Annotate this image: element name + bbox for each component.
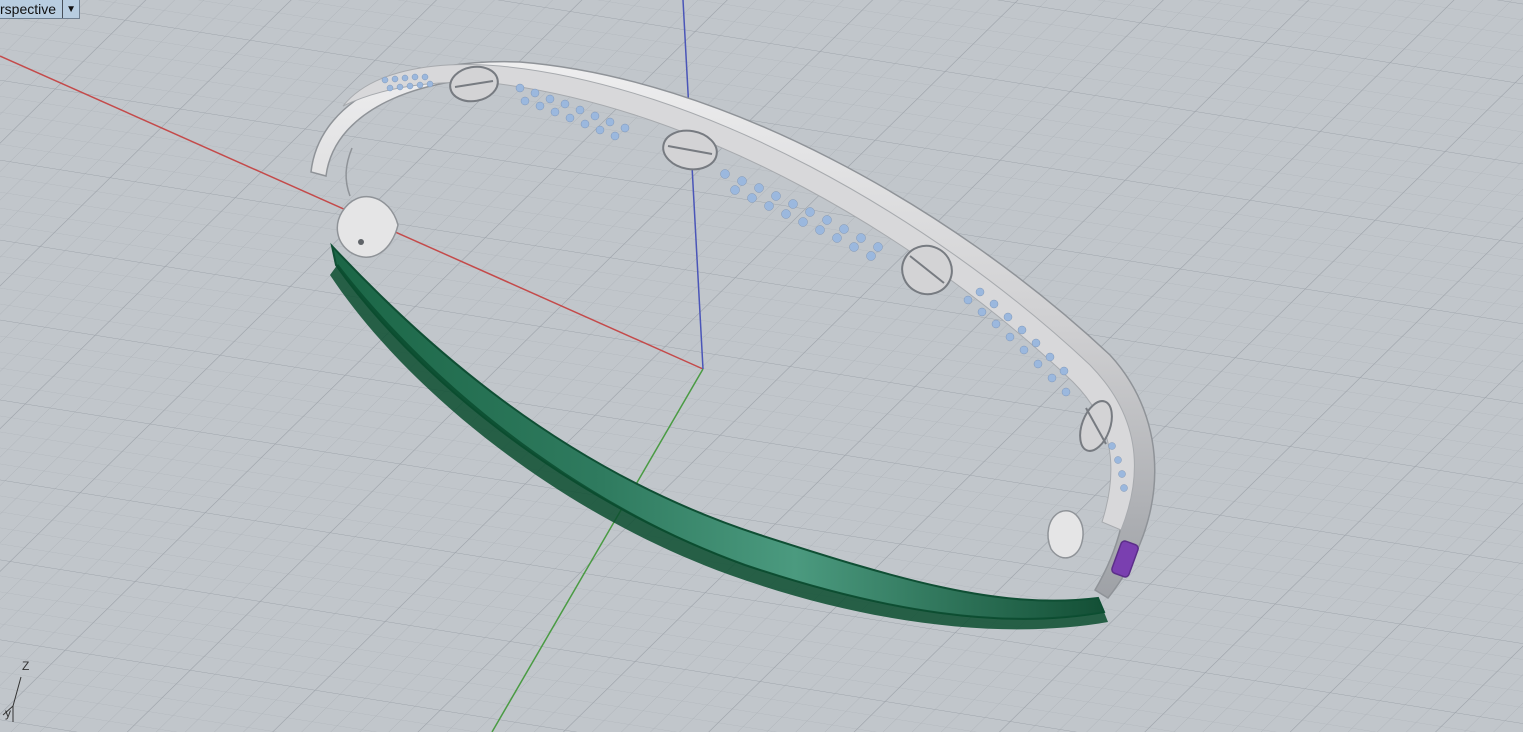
viewport-menu-button[interactable]: ▼: [62, 0, 79, 18]
viewport-title[interactable]: rspective: [0, 0, 62, 18]
viewport-title-tab[interactable]: rspective ▼: [0, 0, 81, 19]
triangle-down-icon: ▼: [66, 3, 76, 15]
viewport-canvas[interactable]: [0, 0, 1523, 732]
rhino-viewport[interactable]: rspective ▼ Z y: [0, 0, 1523, 732]
major-grid: [0, 0, 1523, 732]
